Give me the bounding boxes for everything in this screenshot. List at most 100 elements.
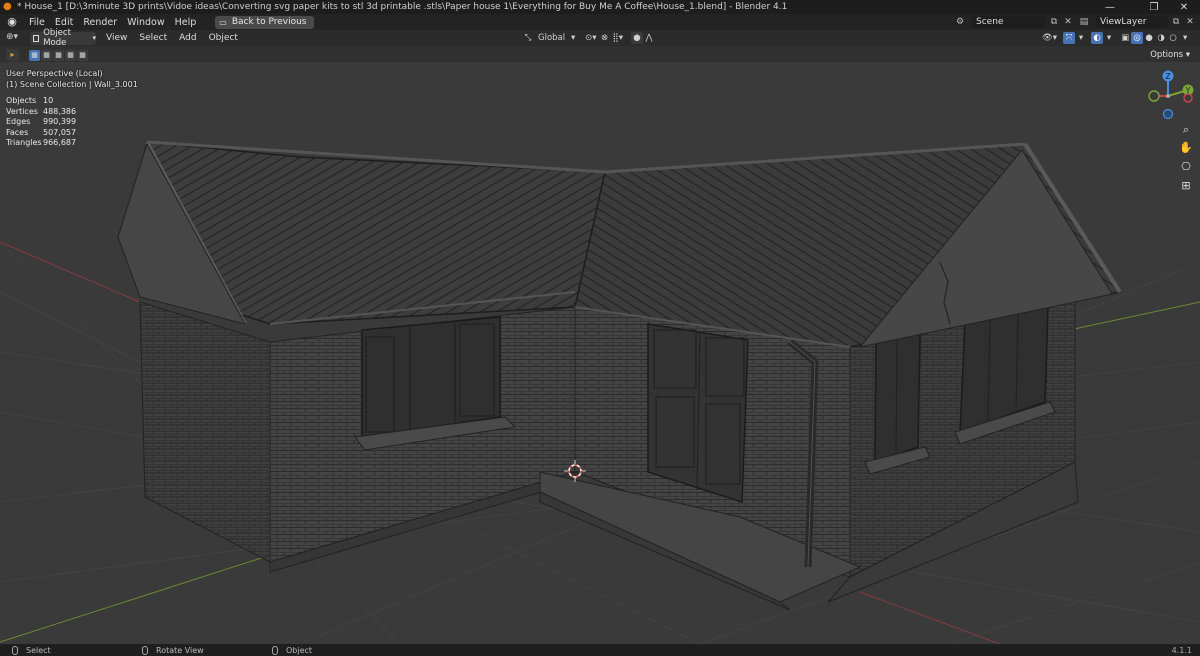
back-to-previous-button[interactable]: ▭ Back to Previous	[215, 15, 314, 29]
scene-browse-icon[interactable]: ⚙	[954, 16, 966, 28]
stat-label: Edges	[6, 117, 31, 126]
close-button[interactable]: ✕	[1166, 0, 1200, 14]
scene-remove-icon[interactable]: ✕	[1062, 16, 1074, 28]
chevron-down-icon[interactable]: ▾	[1103, 32, 1115, 44]
object-mode-label: Object Mode	[43, 28, 71, 48]
tool-settings-icon[interactable]: ▸	[6, 49, 19, 61]
zoom-icon[interactable]: ⌕	[1178, 122, 1194, 138]
chevron-down-icon[interactable]: ▾	[567, 32, 579, 44]
rendered-shading-icon[interactable]: ○	[1167, 32, 1179, 44]
viewlayer-remove-icon[interactable]: ✕	[1184, 16, 1196, 28]
hand-pan-icon[interactable]: ✋	[1178, 140, 1194, 156]
scene-name: Scene	[976, 17, 1004, 27]
stat-label: Faces	[6, 127, 29, 137]
wireframe-shading-icon[interactable]: ◎	[1131, 32, 1144, 44]
version-label: 4.1.1	[1171, 645, 1192, 655]
stat-row: Objects 10	[6, 96, 76, 107]
menu-file[interactable]: File	[24, 17, 50, 28]
object-mode-icon	[33, 34, 40, 42]
select-invert-icon[interactable]: ▦	[65, 49, 76, 61]
status-select: Select	[12, 645, 51, 655]
y-axis-line	[0, 551, 281, 643]
object-mode-dropdown[interactable]: Object Mode ▾	[30, 28, 96, 48]
neg-y-handle	[1148, 90, 1160, 102]
mouse-right-icon	[272, 645, 278, 655]
window-title: * House_1 [D:\3minute 3D prints\Vidoe id…	[17, 2, 788, 12]
stat-value: 966,687	[43, 138, 77, 147]
z-axis-label: Z	[1165, 72, 1171, 81]
pivot-point-icon[interactable]: ⊙▾	[583, 32, 598, 44]
active-collection-label: (1) Scene Collection | Wall_3.001	[6, 80, 138, 89]
neg-x-handle	[1183, 93, 1193, 103]
neg-z-handle	[1162, 108, 1174, 120]
status-object-label: Object	[286, 645, 313, 655]
menu-render[interactable]: Render	[78, 17, 122, 28]
visibility-icon[interactable]: 👁▾	[1040, 32, 1059, 44]
y-axis-line	[1059, 301, 1200, 333]
menu-add[interactable]: Add	[173, 33, 202, 43]
menu-select[interactable]: Select	[133, 33, 173, 43]
viewport-scene	[0, 140, 1200, 644]
gizmo-toggle-icon[interactable]: ⤧	[1063, 32, 1076, 44]
chevron-down-icon: ▾	[92, 34, 96, 42]
3d-viewport[interactable]	[0, 62, 1200, 644]
stat-value: 990,399	[43, 117, 77, 126]
menu-window[interactable]: Window	[122, 17, 169, 28]
menu-object[interactable]: Object	[203, 33, 244, 43]
status-bar: Select Rotate View Object 4.1.1	[0, 644, 1200, 656]
menu-edit[interactable]: Edit	[50, 17, 78, 28]
minimize-button[interactable]: —	[1092, 0, 1128, 14]
scene-new-icon[interactable]: ⧉	[1048, 16, 1060, 28]
overlays-toggle-icon[interactable]: ◐	[1091, 32, 1104, 44]
navigation-gizmo[interactable]: Z Y	[1140, 68, 1196, 124]
transform-orientation-group: ⤡ Global ▾ ⊙▾ ⊗ ⣿▾ ● ⋀	[522, 32, 655, 44]
select-intersect-icon[interactable]: ▦	[77, 49, 88, 61]
menu-help[interactable]: Help	[170, 17, 202, 28]
snap-icon[interactable]: ⊗	[599, 32, 611, 44]
select-new-icon[interactable]: ▦	[29, 49, 40, 61]
title-bar: ● * House_1 [D:\3minute 3D prints\Vidoe …	[0, 0, 1200, 14]
xray-toggle-icon[interactable]: ▣	[1119, 32, 1131, 44]
viewlayer-browse-icon[interactable]: ▤	[1078, 16, 1090, 28]
falloff-icon[interactable]: ⋀	[643, 32, 655, 44]
viewlayer-new-icon[interactable]: ⧉	[1170, 16, 1182, 28]
stat-label: Triangles	[6, 138, 42, 147]
scene-selector[interactable]: Scene	[972, 16, 1046, 28]
stat-value: 488,386	[43, 106, 77, 116]
transform-orientation-dropdown[interactable]: Global	[534, 32, 567, 44]
stat-row: Triangles 966,687	[6, 138, 76, 149]
stat-row: Faces 507,057	[6, 128, 76, 139]
editor-type-icon[interactable]: ⊕▾	[6, 32, 26, 44]
blender-app-icon: ●	[3, 1, 12, 12]
status-rotate: Rotate View	[142, 645, 204, 655]
options-label: Options	[1150, 50, 1184, 60]
solid-shading-icon[interactable]: ●	[1143, 32, 1155, 44]
grid-ortho-icon[interactable]: ⊞	[1178, 178, 1194, 194]
select-extend-icon[interactable]: ▦	[41, 49, 52, 61]
stat-row: Edges 990,399	[6, 117, 76, 128]
chevron-down-icon[interactable]: ▾	[1075, 32, 1087, 44]
status-select-label: Select	[26, 645, 51, 655]
viewport-shading-group: 👁▾ ⤧ ▾ ◐ ▾ ▣ ◎ ● ◑ ○ ▾	[1040, 32, 1191, 44]
select-toolrow: ▸ ▦ ▦ ▦ ▦ ▦	[6, 48, 89, 62]
stat-value: 10	[43, 96, 54, 105]
status-object: Object	[272, 645, 313, 655]
chevron-down-icon[interactable]: ▾	[1179, 32, 1191, 44]
menu-view[interactable]: View	[100, 33, 133, 43]
proportional-edit-icon[interactable]: ●	[631, 32, 644, 44]
material-shading-icon[interactable]: ◑	[1155, 32, 1167, 44]
back-to-previous-label: Back to Previous	[231, 17, 307, 27]
viewlayer-name: ViewLayer	[1100, 17, 1147, 27]
stat-row: Vertices 488,386	[6, 107, 76, 118]
scene-statistics: Objects 10 Vertices 488,386 Edges 990,399 F…	[6, 96, 76, 149]
stat-value: 507,057	[43, 127, 77, 137]
select-subtract-icon[interactable]: ▦	[53, 49, 64, 61]
view-perspective-label: User Perspective (Local)	[6, 69, 103, 78]
camera-icon[interactable]: ⎔	[1178, 159, 1194, 175]
mouse-middle-icon	[142, 645, 148, 655]
viewlayer-selector[interactable]: ViewLayer	[1096, 16, 1168, 28]
house-model	[117, 140, 1122, 611]
options-dropdown[interactable]: Options ▾	[1150, 50, 1190, 60]
blender-logo-icon[interactable]: ◉	[6, 16, 18, 28]
snap-target-icon[interactable]: ⣿▾	[611, 32, 626, 44]
